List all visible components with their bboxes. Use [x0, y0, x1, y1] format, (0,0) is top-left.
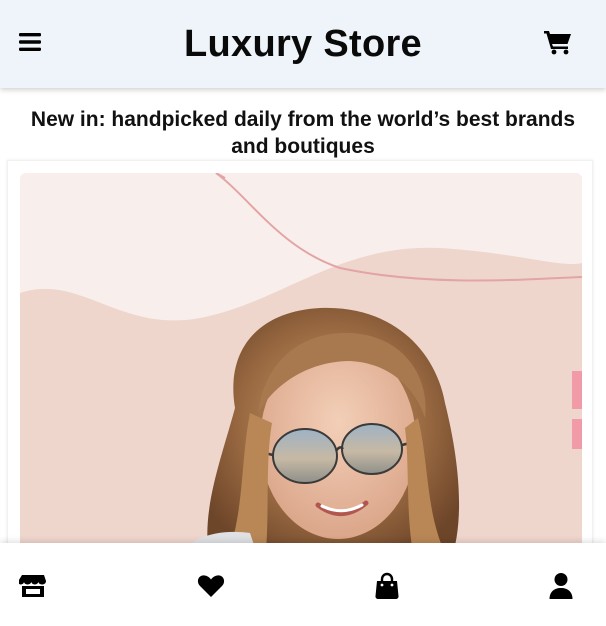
- hero-image[interactable]: [20, 173, 582, 563]
- nav-favorites-button[interactable]: [196, 571, 226, 601]
- heart-icon: [197, 575, 225, 597]
- featured-card[interactable]: [7, 160, 593, 563]
- app-title: Luxury Store: [184, 22, 422, 65]
- nav-store-button[interactable]: [18, 571, 48, 601]
- shopping-bag-icon: [375, 572, 399, 599]
- bottom-navigation: [0, 543, 606, 626]
- hero-photo: [20, 173, 582, 563]
- app-header: Luxury Store: [0, 0, 606, 88]
- store-icon: [19, 575, 46, 597]
- app-screen: Luxury Store New in: handpicked daily fr…: [0, 0, 606, 626]
- tagline-text: New in: handpicked daily from the world’…: [30, 108, 576, 158]
- nav-bag-button[interactable]: [372, 571, 402, 601]
- nav-profile-button[interactable]: [546, 571, 576, 601]
- user-icon: [549, 573, 573, 599]
- menu-button[interactable]: [10, 22, 50, 62]
- shopping-cart-icon: [544, 31, 571, 55]
- hamburger-menu-icon: [19, 33, 41, 51]
- cart-button[interactable]: [538, 22, 578, 62]
